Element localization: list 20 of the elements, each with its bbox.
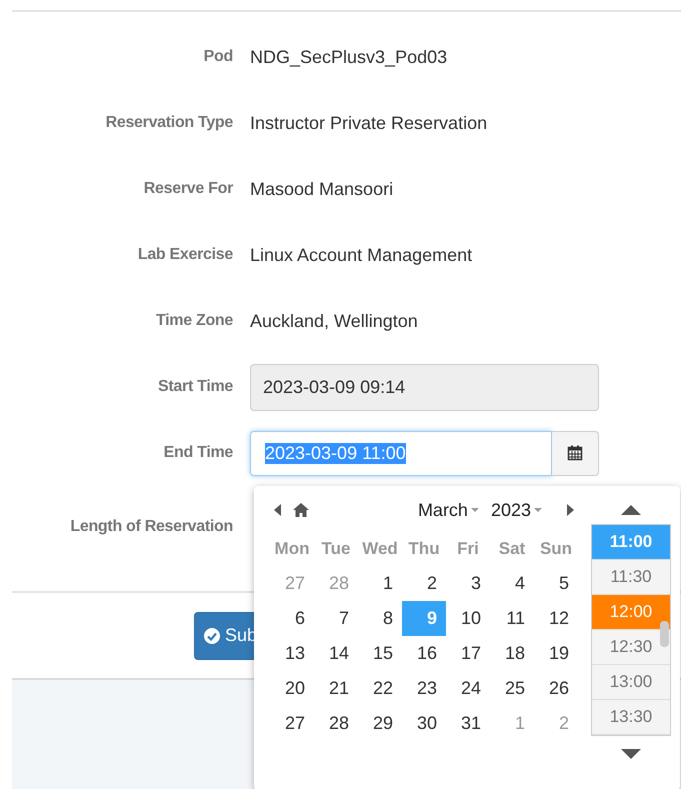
weekday-label: Sat <box>498 538 526 560</box>
weekday-label: Tue <box>320 538 352 560</box>
field-value: Linux Account Management <box>250 244 474 266</box>
weekday-label: Mon <box>274 538 310 560</box>
field-label: End Time <box>164 444 233 462</box>
field-label: Time Zone <box>156 312 233 330</box>
field-label: Lab Exercise <box>138 246 233 264</box>
field-label: Reserve For <box>144 180 233 198</box>
field-label: Reservation Type <box>106 114 233 132</box>
field-label: Start Time <box>158 378 233 396</box>
weekday-label: Sun <box>538 538 574 560</box>
field-value: NDG_SecPlusv3_Pod03 <box>250 46 448 68</box>
field-value: Auckland, Wellington <box>250 310 419 332</box>
field-value: Masood Mansoori <box>250 178 394 200</box>
weekday-label: Fri <box>456 538 480 560</box>
field-value: Instructor Private Reservation <box>250 112 488 134</box>
weekday-label: Wed <box>361 538 399 560</box>
weekday-label: Thu <box>407 538 441 560</box>
field-label: Pod <box>204 48 233 66</box>
field-label: Length of Reservation <box>70 518 233 536</box>
